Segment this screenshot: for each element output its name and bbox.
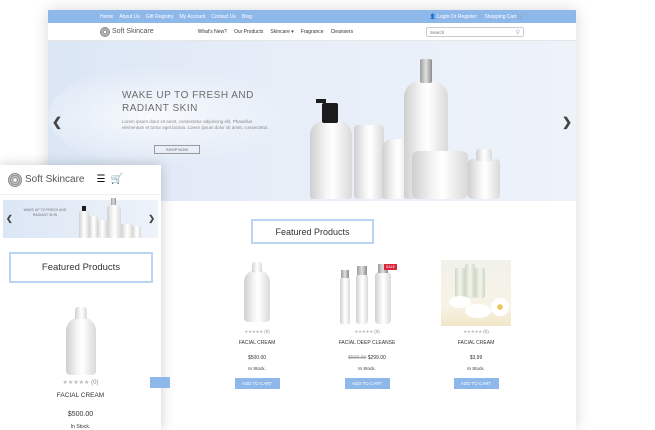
product-image[interactable] [213,260,301,326]
price-current: $3.99 [469,355,483,361]
rating: ★★★★★ (0) [0,379,161,386]
star-rating-icon: ★★★★★ [354,329,373,334]
cart-icon: 🛒 [517,13,524,20]
login-label: Login Or Register [437,13,477,20]
star-rating-icon: ★★★★★ [62,380,90,386]
flower-logo-icon [100,26,110,37]
product-image[interactable] [441,260,511,326]
hero-title: WAKE UP TO FRESH AND RADIANT SKIN [122,90,254,114]
stock-status: In Stock. [467,366,485,371]
product-name[interactable]: FACIAL CREAM [213,340,301,346]
nav-menu: What's New? Our Products Skincare ▾ Frag… [198,29,353,35]
rating: ★★★★★ (0) [323,329,411,335]
product-price: $500.00 $299.00 [323,355,411,361]
product-name[interactable]: FACIAL CREAM [0,392,161,399]
add-to-cart-button[interactable]: ADD TO CART [344,378,390,389]
product-price: $500.00 [67,411,94,418]
product-card[interactable]: SALE ★★★★★ (0) FACIAL DEEP CLEANSE $500.… [323,260,411,390]
top-links: Home About Us Gift Registry My Account C… [100,14,252,20]
water-splash-graphic [48,61,308,171]
hero-body: Lorem ipsum dolor sit amet, consectetur … [122,119,269,130]
shopping-cart-link[interactable]: Shopping Cart 🛒 [484,14,524,20]
add-to-cart-button[interactable]: ADD TO CART [453,378,499,389]
chevron-right-icon[interactable]: ❯ [148,214,155,223]
top-link-home[interactable]: Home [100,14,113,20]
rating-count: (0) [91,380,99,386]
price-current: $299.00 [367,355,386,361]
shop-now-button[interactable]: SHOP NOW [154,145,200,154]
top-link-blog[interactable]: Blog [242,14,252,20]
product-image[interactable]: SALE [323,260,411,326]
nav-item-fragrance[interactable]: Fragrance [301,29,324,35]
shopping-cart-label: Shopping Cart [484,13,517,20]
featured-products-heading: Featured Products [251,219,374,244]
top-link-my-account[interactable]: My Account [179,14,205,20]
brand-name: Soft Skincare [112,28,154,35]
stage: Home About Us Gift Registry My Account C… [0,0,655,430]
rating-count: (0) [374,329,380,334]
top-link-about[interactable]: About Us [119,14,140,20]
product-image[interactable] [0,305,161,375]
cart-icon[interactable]: 🛒 [110,174,122,185]
chevron-left-icon[interactable]: ❮ [6,214,13,223]
price-old: $500.00 [348,355,367,361]
stock-status: In Stock. [358,366,376,371]
top-utility-bar: Home About Us Gift Registry My Account C… [48,10,576,23]
add-to-cart-button-partial[interactable] [150,377,170,388]
caret-down-icon: ▾ [291,28,294,35]
stock-status: In Stock. [248,366,266,371]
nav-item-skincare-label: Skincare [270,28,290,35]
mobile-header: Soft Skincare ☰ 🛒 [0,165,161,195]
stock-status: In Stock. [70,424,91,430]
product-name[interactable]: FACIAL DEEP CLEANSE [323,340,411,346]
nav-item-cleansers[interactable]: Cleansers [331,29,354,35]
rating-count: (0) [483,329,489,334]
sale-badge: SALE [384,264,397,270]
nav-item-whats-new[interactable]: What's New? [198,29,227,35]
search-input[interactable] [430,29,500,35]
flower-logo-icon [8,172,22,187]
rating: ★★★★★ (0) [213,329,301,335]
rating-count: (0) [264,329,270,334]
price-current: $500.00 [247,355,267,361]
top-link-gift-registry[interactable]: Gift Registry [146,14,174,20]
hamburger-icon[interactable]: ☰ [96,174,105,185]
chevron-right-icon[interactable]: ❯ [562,115,572,129]
top-right-links: 👤 Login Or Register Shopping Cart 🛒 [430,14,524,20]
search-box: ⚲ [426,27,524,37]
product-card[interactable]: ★★★★★ (0) FACIAL CREAM $500.00 In Stock.… [213,260,301,390]
mobile-mockup: Soft Skincare ☰ 🛒 WAKE UP TO FRESH AND R… [0,165,161,430]
mobile-hero-title: WAKE UP TO FRESH AND RADIANT SKIN [23,208,67,217]
product-card[interactable]: ★★★★★ (0) FACIAL CREAM $500.00 In Stock. [0,305,161,430]
chevron-left-icon[interactable]: ❮ [52,115,62,129]
product-price: $3.99 [432,355,520,361]
nav-item-our-products[interactable]: Our Products [234,29,263,35]
site-logo[interactable]: Soft Skincare [100,26,154,37]
user-icon: 👤 [429,13,436,20]
star-rating-icon: ★★★★★ [244,329,263,334]
product-card[interactable]: ★★★★★ (0) FACIAL CREAM $3.99 In Stock. A… [432,260,520,390]
mobile-hero-banner: WAKE UP TO FRESH AND RADIANT SKIN ❮ ❯ [3,198,158,238]
star-rating-icon: ★★★★★ [463,329,482,334]
main-nav: Soft Skincare What's New? Our Products S… [48,23,576,41]
add-to-cart-button[interactable]: ADD TO CART [234,378,280,389]
login-link[interactable]: 👤 Login Or Register [430,14,477,20]
nav-item-skincare[interactable]: Skincare ▾ [270,29,293,35]
product-name[interactable]: FACIAL CREAM [432,340,520,346]
brand-name[interactable]: Soft Skincare [25,174,84,185]
product-price: $500.00 [213,355,301,361]
search-icon[interactable]: ⚲ [516,29,520,36]
featured-products-heading: Featured Products [9,252,153,283]
rating: ★★★★★ (0) [432,329,520,335]
top-link-contact[interactable]: Contact Us [211,14,236,20]
